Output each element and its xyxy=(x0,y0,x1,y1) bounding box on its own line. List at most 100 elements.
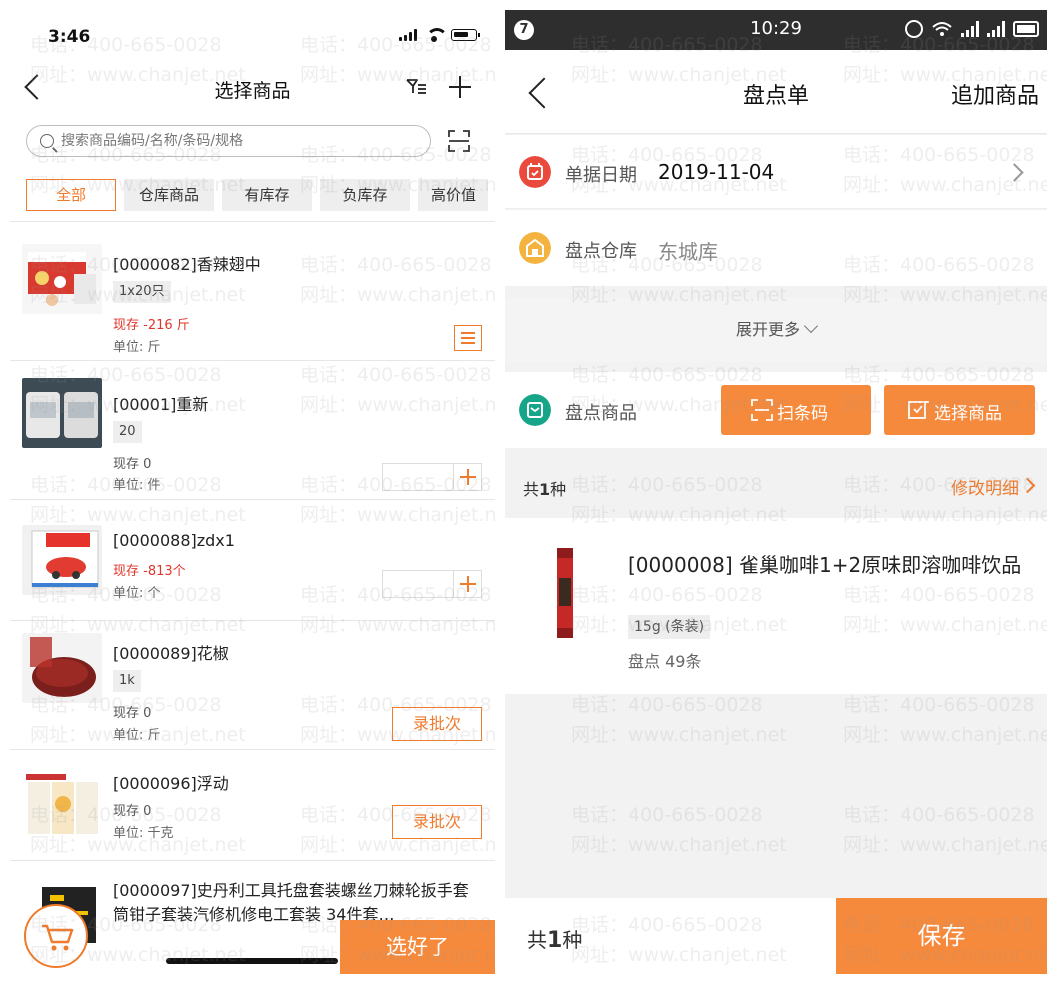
item-stock: 现存 0 xyxy=(113,706,152,721)
item-name: [0000088]zdx1 xyxy=(113,531,235,550)
search-box[interactable] xyxy=(26,125,431,157)
calendar-icon xyxy=(519,156,551,188)
item-unit: 单位: 千克 xyxy=(113,826,174,841)
chevron-right-icon xyxy=(1005,163,1024,182)
status-bar: 3:46 xyxy=(10,10,495,62)
record-batch-button[interactable]: 录批次 xyxy=(392,707,482,741)
date-value: 2019-11-04 xyxy=(658,160,775,184)
nav-bar: 选择商品 xyxy=(10,66,495,112)
chevron-right-icon xyxy=(1019,477,1036,494)
item-spec: 1k xyxy=(113,670,141,692)
chip-all[interactable]: 全部 xyxy=(26,179,116,211)
item-unit: 单位: 个 xyxy=(113,586,161,601)
product-thumbnail xyxy=(22,378,102,448)
item-name: [0000089]花椒 xyxy=(113,644,229,663)
wifi-icon xyxy=(425,28,448,42)
chevron-down-icon xyxy=(803,318,819,334)
item-spec: 20 xyxy=(113,421,142,443)
item-stock: 现存 0 xyxy=(113,804,152,819)
product-thumbnail xyxy=(22,633,102,703)
list-item[interactable]: [00001]重新 20 现存 0 单位: 件 xyxy=(10,361,495,499)
stocktake-screen: 7 10:29 盘点单 追加商品 单据日期 2019-11-04 盘点仓库 东城… xyxy=(505,10,1047,974)
battery-icon xyxy=(451,28,480,41)
record-batch-button[interactable]: 录批次 xyxy=(392,805,482,839)
warehouse-icon xyxy=(519,232,551,264)
item-count: 共1种 xyxy=(523,480,567,499)
footer-bar: 共1种 保存 xyxy=(505,898,1047,974)
battery-icon xyxy=(1013,21,1039,37)
watermark-phone: 电话：400-665-0028 xyxy=(843,804,1035,826)
search-icon xyxy=(40,134,54,148)
expand-more-label: 展开更多 xyxy=(735,320,800,339)
cellular-signal-icon xyxy=(399,28,417,41)
list-item[interactable]: [0000096]浮动 现存 0 单位: 千克 录批次 xyxy=(10,750,495,860)
item-name: [0000082]香辣翅中 xyxy=(113,255,261,274)
scan-barcode-button[interactable]: 扫条码 xyxy=(721,385,871,435)
barcode-scan-icon xyxy=(751,399,773,421)
alarm-icon xyxy=(905,20,923,38)
watermark-site: 网址：www.chanjet.net xyxy=(571,724,787,746)
watermark-site: 网址：www.chanjet.net xyxy=(843,834,1047,856)
wifi-icon xyxy=(932,22,952,36)
search-input[interactable] xyxy=(61,130,421,152)
expand-more-toggle[interactable]: 展开更多 xyxy=(505,298,1047,362)
chip-negative-stock[interactable]: 负库存 xyxy=(320,179,410,211)
watermark-phone: 电话：400-665-0028 xyxy=(571,804,763,826)
cellular-signal-icon xyxy=(987,21,1005,37)
list-item[interactable]: [0000089]花椒 1k 现存 0 单位: 斤 录批次 xyxy=(10,621,495,749)
goods-label: 盘点商品 xyxy=(565,403,637,424)
product-thumbnail xyxy=(22,244,102,314)
watermark-site: 网址：www.chanjet.net xyxy=(571,834,787,856)
edit-details-link[interactable]: 修改明细 xyxy=(951,474,1036,499)
filter-chips: 全部 仓库商品 有库存 负库存 高价值 xyxy=(26,179,488,211)
quantity-stepper[interactable] xyxy=(382,463,482,491)
done-button[interactable]: 选好了 xyxy=(340,920,495,974)
scan-icon[interactable] xyxy=(448,130,470,152)
product-spec: 15g (条装) xyxy=(628,615,711,639)
select-goods-icon xyxy=(908,401,929,419)
item-menu-button[interactable] xyxy=(454,325,482,351)
item-unit: 单位: 件 xyxy=(113,478,161,493)
warehouse-row[interactable]: 盘点仓库 东城库 xyxy=(505,210,1047,286)
item-unit: 单位: 斤 xyxy=(113,728,161,743)
save-button[interactable]: 保存 xyxy=(836,898,1047,974)
list-item[interactable]: [0000082]香辣翅中 1x20只 现存 -216 斤 单位: 斤 xyxy=(10,222,495,360)
plus-icon[interactable] xyxy=(453,464,481,490)
home-indicator xyxy=(166,958,338,964)
product-card[interactable]: [0000008] 雀巢咖啡1+2原味即溶咖啡饮品 15g (条装) 盘点 49… xyxy=(505,518,1047,694)
status-time: 3:46 xyxy=(48,27,91,47)
warehouse-value: 东城库 xyxy=(658,240,718,264)
cellular-signal-icon xyxy=(961,21,979,37)
plus-icon[interactable] xyxy=(453,571,481,597)
watermark-phone: 电话：400-665-0028 xyxy=(571,694,763,716)
product-thumbnail xyxy=(22,772,102,842)
item-stock: 现存 -216 斤 xyxy=(113,318,190,333)
watermark-phone: 电话：400-665-0028 xyxy=(843,694,1035,716)
goods-icon xyxy=(519,394,551,426)
watermark-phone: 电话：400-665-0028 xyxy=(571,474,763,496)
watermark-site: 网址：www.chanjet.net xyxy=(843,724,1047,746)
date-row[interactable]: 单据日期 2019-11-04 xyxy=(505,135,1047,209)
item-name: [00001]重新 xyxy=(113,395,209,414)
cart-icon xyxy=(42,924,74,951)
footer-count: 共1种 xyxy=(527,928,583,953)
add-icon[interactable] xyxy=(449,76,471,98)
filter-icon[interactable] xyxy=(405,76,427,98)
select-goods-button[interactable]: 选择商品 xyxy=(884,385,1035,435)
item-unit: 单位: 斤 xyxy=(113,340,161,355)
item-stock: 现存 -813个 xyxy=(113,564,186,579)
chip-in-stock[interactable]: 有库存 xyxy=(222,179,312,211)
nav-bar: 盘点单 追加商品 xyxy=(505,50,1047,134)
add-goods-button[interactable]: 追加商品 xyxy=(951,78,1039,110)
warehouse-label: 盘点仓库 xyxy=(565,241,637,262)
product-thumbnail xyxy=(557,548,573,638)
chip-warehouse-goods[interactable]: 仓库商品 xyxy=(124,179,214,211)
list-item[interactable]: [0000088]zdx1 现存 -813个 单位: 个 xyxy=(10,500,495,620)
cart-button[interactable] xyxy=(24,904,88,968)
select-goods-screen: 3:46 选择商品 全部 仓库商品 有库存 负库存 高价值 xyxy=(10,10,495,974)
product-count: 盘点 49条 xyxy=(628,652,702,671)
quantity-stepper[interactable] xyxy=(382,570,482,598)
chip-high-value[interactable]: 高价值 xyxy=(418,179,488,211)
status-bar: 7 10:29 xyxy=(505,10,1047,50)
date-label: 单据日期 xyxy=(565,165,637,186)
